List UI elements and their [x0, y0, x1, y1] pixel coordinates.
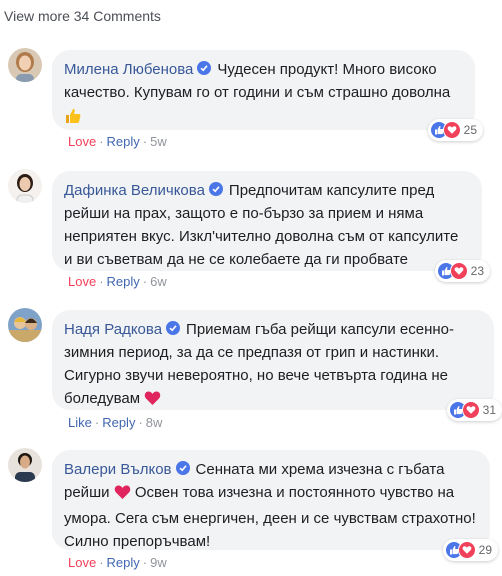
- thumbs-up-emoji-icon: [64, 107, 82, 132]
- reactions-badge[interactable]: 31: [446, 399, 502, 421]
- comment-bubble: Надя Радкова Приемам гъба рейщи капсули е…: [52, 310, 502, 421]
- reaction-count: 23: [470, 263, 484, 278]
- love-link[interactable]: Love: [68, 134, 96, 149]
- reply-link[interactable]: Reply: [107, 134, 140, 149]
- verified-badge-icon: [197, 61, 212, 75]
- reactions-badge[interactable]: 23: [434, 260, 490, 282]
- like-link[interactable]: Like: [68, 415, 92, 430]
- comment-bubble: Дафинка Величкова Предпочитам капсулите п…: [52, 171, 490, 282]
- reaction-count: 31: [482, 402, 496, 417]
- comment-timestamp[interactable]: 9w: [150, 555, 167, 570]
- avatar[interactable]: [8, 448, 42, 482]
- reply-link[interactable]: Reply: [102, 415, 135, 430]
- reply-link[interactable]: Reply: [107, 274, 140, 289]
- avatar[interactable]: [8, 308, 42, 342]
- verified-badge-icon: [166, 321, 181, 335]
- love-link[interactable]: Love: [68, 274, 96, 289]
- separator-dot: ·: [138, 415, 143, 430]
- separator-dot: ·: [99, 274, 104, 289]
- reaction-count: 29: [478, 542, 492, 557]
- separator-dot: ·: [142, 274, 148, 289]
- comment-actions: Love · Reply · 6w: [68, 274, 167, 289]
- love-reaction-icon: [461, 401, 480, 419]
- heart-emoji-icon: [144, 390, 161, 413]
- verified-badge-icon: [208, 182, 223, 196]
- separator-dot: ·: [94, 415, 100, 430]
- love-reaction-icon: [449, 262, 468, 280]
- reactions-badge[interactable]: 29: [442, 539, 498, 561]
- separator-dot: ·: [99, 134, 104, 149]
- heart-emoji-icon: [114, 484, 131, 507]
- separator-dot: ·: [99, 555, 104, 570]
- comment-author[interactable]: Надя Радкова: [64, 321, 162, 338]
- comment-timestamp[interactable]: 8w: [146, 415, 163, 430]
- reply-link[interactable]: Reply: [107, 555, 140, 570]
- view-more-comments-link[interactable]: View more 34 Comments: [4, 8, 161, 24]
- separator-dot: ·: [142, 555, 148, 570]
- comment-bubble: Милена Любенова Чудесен продукт! Много ви…: [52, 50, 483, 141]
- comment-author[interactable]: Милена Любенова: [64, 61, 193, 78]
- comment-actions: Love · Reply · 5w: [68, 134, 167, 149]
- comment-timestamp[interactable]: 6w: [150, 274, 167, 289]
- comment-actions: Like · Reply · 8w: [68, 415, 162, 430]
- comment-bubble: Валери Вълков Сенната ми хрема изчезна с …: [52, 450, 498, 561]
- avatar[interactable]: [8, 48, 42, 82]
- love-reaction-icon: [457, 541, 476, 559]
- love-reaction-icon: [442, 121, 461, 139]
- verified-badge-icon: [175, 461, 190, 475]
- comment-actions: Love · Reply · 9w: [68, 555, 167, 570]
- comment-author[interactable]: Валери Вълков: [64, 461, 172, 478]
- reactions-badge[interactable]: 25: [427, 119, 483, 141]
- comment-author[interactable]: Дафинка Величкова: [64, 182, 205, 199]
- reaction-count: 25: [463, 122, 477, 137]
- comment-timestamp[interactable]: 5w: [150, 134, 167, 149]
- love-link[interactable]: Love: [68, 555, 96, 570]
- avatar[interactable]: [8, 169, 42, 203]
- separator-dot: ·: [142, 134, 148, 149]
